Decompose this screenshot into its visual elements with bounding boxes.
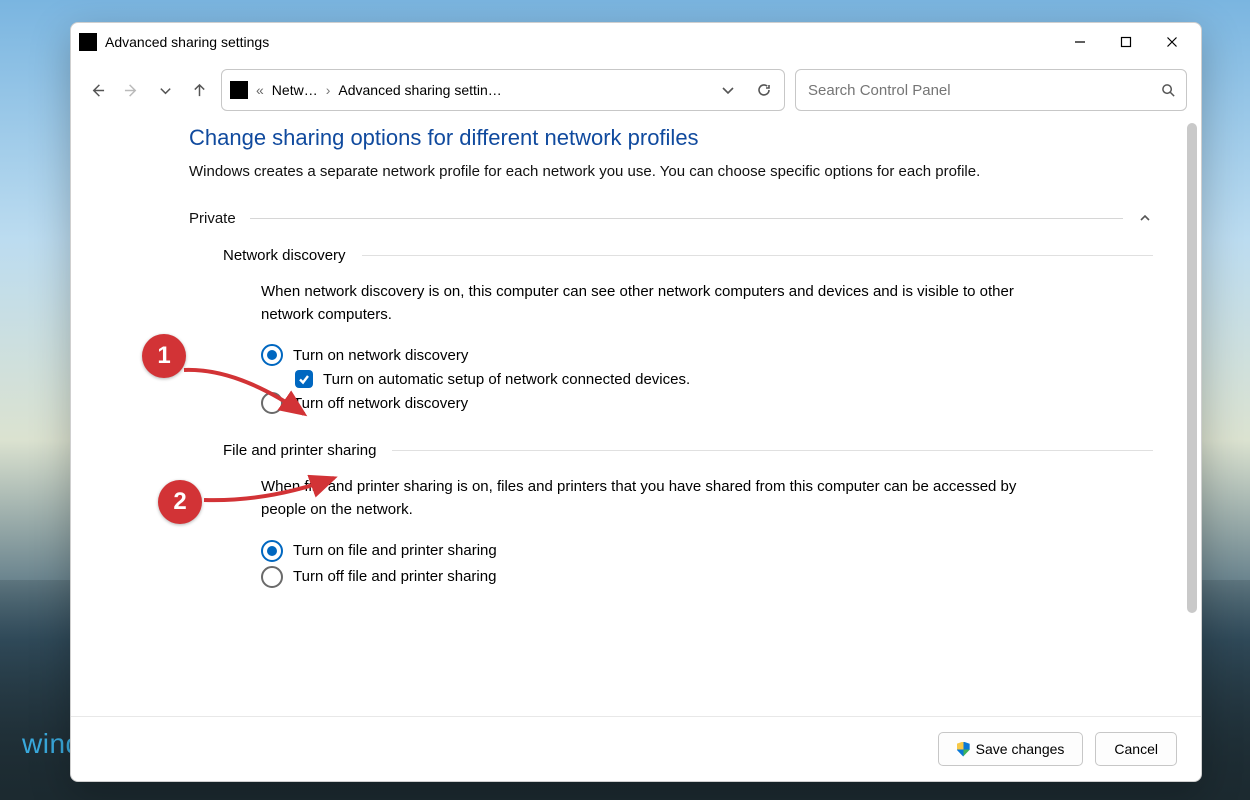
network-discovery-group: Network discovery When network discovery… — [223, 247, 1153, 415]
breadcrumb-item-advanced[interactable]: Advanced sharing settin… — [338, 82, 501, 98]
divider — [362, 255, 1153, 256]
annotation-arrow-2 — [198, 460, 348, 510]
network-discovery-desc: When network discovery is on, this compu… — [261, 280, 1021, 327]
close-button[interactable] — [1149, 26, 1195, 58]
search-icon — [1161, 83, 1176, 98]
checkbox-label: Turn on automatic setup of network conne… — [323, 371, 690, 388]
divider — [392, 450, 1153, 451]
radio-label: Turn off network discovery — [293, 395, 468, 412]
scrollbar[interactable] — [1187, 123, 1197, 613]
file-printer-sharing-group: File and printer sharing When file and p… — [223, 442, 1153, 588]
section-private-header[interactable]: Private — [189, 210, 1153, 227]
footer: Save changes Cancel — [71, 716, 1201, 781]
divider — [250, 218, 1123, 219]
titlebar: Advanced sharing settings — [71, 23, 1201, 61]
annotation-arrow-1 — [178, 360, 318, 430]
minimize-button[interactable] — [1057, 26, 1103, 58]
radio-label: Turn off file and printer sharing — [293, 568, 496, 585]
radio-network-discovery-on[interactable]: Turn on network discovery — [261, 344, 1153, 366]
save-changes-button[interactable]: Save changes — [938, 732, 1084, 766]
radio-label: Turn on file and printer sharing — [293, 542, 497, 559]
radio-file-printer-off[interactable]: Turn off file and printer sharing — [261, 566, 1153, 588]
save-label: Save changes — [976, 741, 1065, 757]
navbar: « Netw… › Advanced sharing settin… — [71, 61, 1201, 119]
checkbox-auto-setup[interactable]: Turn on automatic setup of network conne… — [295, 370, 1153, 388]
radio-icon — [261, 540, 283, 562]
radio-icon — [261, 566, 283, 588]
forward-button[interactable] — [119, 78, 143, 102]
breadcrumb: « Netw… › Advanced sharing settin… — [256, 82, 502, 98]
radio-network-discovery-off[interactable]: Turn off network discovery — [261, 392, 1153, 414]
chevron-up-icon — [1137, 210, 1153, 226]
cancel-label: Cancel — [1114, 741, 1158, 757]
search-box[interactable] — [795, 69, 1187, 111]
recent-locations-button[interactable] — [153, 78, 177, 102]
address-dropdown-button[interactable] — [714, 76, 742, 104]
window-title: Advanced sharing settings — [105, 34, 269, 50]
annotation-badge-2: 2 — [158, 480, 202, 524]
radio-label: Turn on network discovery — [293, 347, 468, 364]
search-input[interactable] — [806, 81, 1161, 100]
breadcrumb-item-network[interactable]: Netw… — [272, 82, 318, 98]
app-icon — [79, 33, 97, 51]
file-printer-desc: When file and printer sharing is on, fil… — [261, 475, 1021, 522]
section-private-label: Private — [189, 210, 236, 227]
breadcrumb-prefix[interactable]: « — [256, 82, 264, 98]
cancel-button[interactable]: Cancel — [1095, 732, 1177, 766]
page-heading: Change sharing options for different net… — [189, 125, 1153, 151]
maximize-button[interactable] — [1103, 26, 1149, 58]
back-button[interactable] — [85, 78, 109, 102]
uac-shield-icon — [957, 742, 970, 757]
network-discovery-title: Network discovery — [223, 247, 346, 264]
address-bar[interactable]: « Netw… › Advanced sharing settin… — [221, 69, 785, 111]
location-icon — [230, 81, 248, 99]
page-description: Windows creates a separate network profi… — [189, 161, 1019, 184]
file-printer-title: File and printer sharing — [223, 442, 376, 459]
up-button[interactable] — [187, 78, 211, 102]
chevron-right-icon: › — [326, 82, 331, 98]
refresh-button[interactable] — [750, 76, 778, 104]
radio-file-printer-on[interactable]: Turn on file and printer sharing — [261, 540, 1153, 562]
